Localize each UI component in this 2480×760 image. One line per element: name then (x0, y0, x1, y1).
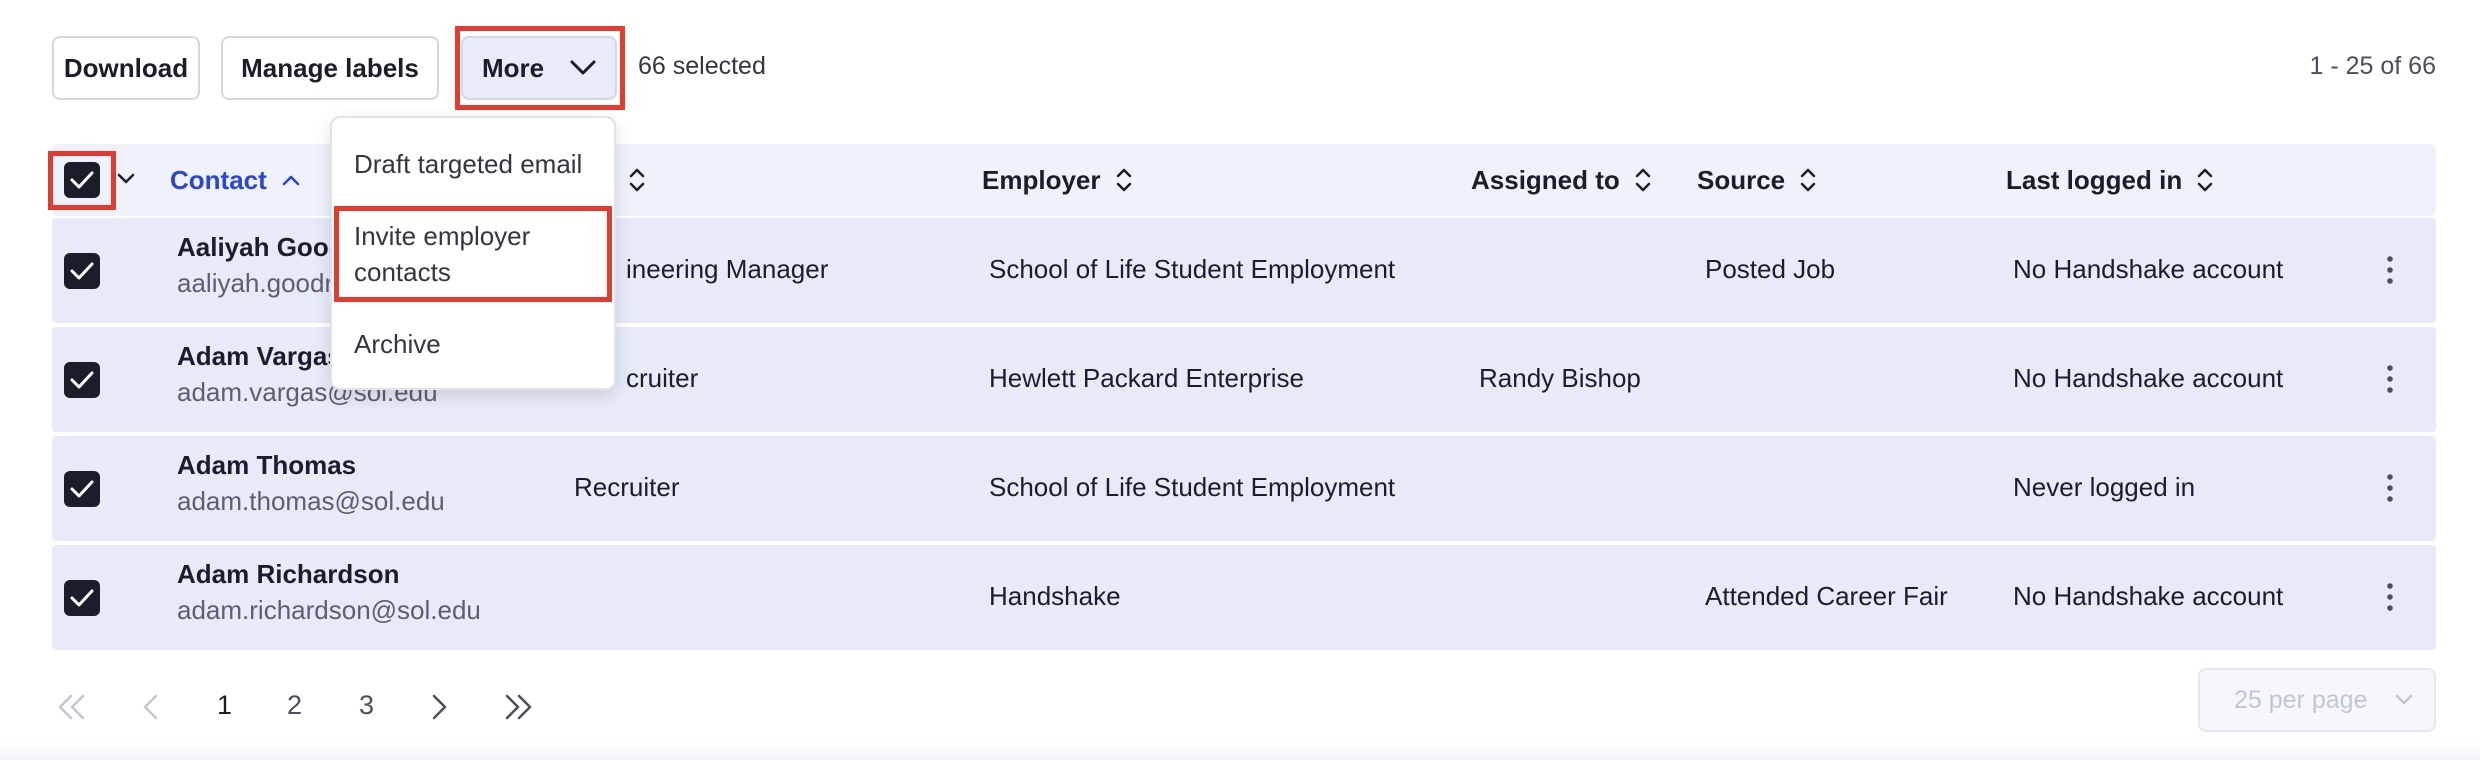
column-header-employer[interactable]: Employer (982, 144, 1133, 216)
row-checkbox[interactable] (64, 253, 100, 289)
row-actions-kebab-icon[interactable] (2375, 468, 2405, 508)
check-icon (70, 589, 94, 607)
sort-icon (1115, 167, 1133, 193)
row-actions-kebab-icon[interactable] (2375, 250, 2405, 290)
contact-employer: School of Life Student Employment (989, 472, 1396, 502)
check-icon (70, 171, 94, 189)
more-menu: Draft targeted email Invite employer con… (330, 116, 616, 390)
check-icon (70, 371, 94, 389)
chevron-down-icon (570, 60, 596, 76)
manage-labels-button[interactable]: Manage labels (221, 36, 439, 100)
chevron-down-icon (2394, 693, 2414, 707)
sort-icon (1799, 167, 1817, 193)
menu-item-invite-employer-contacts[interactable]: Invite employer contacts (354, 218, 530, 290)
bottom-fade (0, 740, 2480, 760)
contact-last-logged-in: Never logged in (2013, 472, 2196, 502)
column-header-assigned-to[interactable]: Assigned to (1471, 144, 1652, 216)
select-all-dropdown-icon[interactable] (116, 172, 136, 186)
contact-employer: Hewlett Packard Enterprise (989, 363, 1305, 393)
column-header-title-sort[interactable] (628, 144, 646, 216)
menu-item-draft-targeted-email[interactable]: Draft targeted email (354, 146, 582, 182)
contact-source: Posted Job (1705, 254, 1836, 284)
column-header-contact[interactable]: Contact (170, 144, 301, 216)
menu-item-invite-line1: Invite employer (354, 221, 531, 251)
page-1[interactable]: 1 (217, 690, 232, 721)
column-header-source[interactable]: Source (1697, 144, 1817, 216)
selected-count: 66 selected (638, 52, 766, 80)
per-page-select[interactable]: 25 per page (2198, 668, 2436, 732)
first-page-icon[interactable] (54, 692, 88, 722)
more-button-label: More (481, 52, 545, 83)
page-3[interactable]: 3 (359, 690, 374, 721)
contact-email: adam.thomas@sol.edu (177, 486, 445, 516)
sort-ascending-icon (281, 173, 301, 187)
contact-name[interactable]: Aaliyah Good (177, 232, 345, 263)
result-range: 1 - 25 of 66 (2309, 52, 2436, 80)
contact-employer: School of Life Student Employment (989, 254, 1396, 284)
column-header-last-logged-in-label: Last logged in (2006, 164, 2183, 195)
check-icon (70, 262, 94, 280)
manage-labels-button-label: Manage labels (241, 52, 419, 83)
menu-item-invite-line2: contacts (354, 257, 451, 287)
column-header-assigned-to-label: Assigned to (1471, 164, 1620, 195)
next-page-icon[interactable] (428, 692, 450, 722)
row-checkbox[interactable] (64, 580, 100, 616)
contact-title: ineering Manager (626, 254, 829, 284)
download-button-label: Download (63, 52, 189, 83)
column-header-contact-label: Contact (170, 164, 267, 195)
contact-name[interactable]: Adam Vargas (177, 341, 342, 372)
menu-item-archive[interactable]: Archive (354, 326, 441, 362)
contact-email: adam.richardson@sol.edu (177, 595, 481, 625)
contact-assigned-to: Randy Bishop (1479, 363, 1641, 393)
column-header-employer-label: Employer (982, 164, 1101, 195)
contact-email: aaliyah.goodr (177, 268, 334, 298)
last-page-icon[interactable] (502, 692, 536, 722)
per-page-value: 25 per page (2234, 685, 2368, 714)
contact-source: Attended Career Fair (1705, 581, 1948, 611)
row-checkbox[interactable] (64, 362, 100, 398)
contact-name[interactable]: Adam Thomas (177, 450, 356, 481)
row-checkbox[interactable] (64, 471, 100, 507)
more-button[interactable]: More (461, 36, 617, 100)
previous-page-icon[interactable] (140, 692, 162, 722)
contact-last-logged-in: No Handshake account (2013, 581, 2284, 611)
contact-title: cruiter (626, 363, 699, 393)
table-row[interactable]: Adam Thomas adam.thomas@sol.edu Recruite… (52, 436, 2436, 541)
row-actions-kebab-icon[interactable] (2375, 577, 2405, 617)
table-row[interactable]: Adam Richardson adam.richardson@sol.edu … (52, 545, 2436, 650)
select-all-checkbox[interactable] (64, 162, 100, 198)
download-button[interactable]: Download (52, 36, 200, 100)
column-header-source-label: Source (1697, 164, 1786, 195)
contact-name[interactable]: Adam Richardson (177, 559, 400, 590)
column-header-last-logged-in[interactable]: Last logged in (2006, 144, 2214, 216)
contact-last-logged-in: No Handshake account (2013, 254, 2284, 284)
contact-title: Recruiter (574, 472, 680, 502)
sort-icon (1634, 167, 1652, 193)
check-icon (70, 480, 94, 498)
row-actions-kebab-icon[interactable] (2375, 359, 2405, 399)
contact-last-logged-in: No Handshake account (2013, 363, 2284, 393)
sort-icon (628, 167, 646, 193)
page-2[interactable]: 2 (287, 690, 302, 721)
sort-icon (2196, 167, 2214, 193)
contact-employer: Handshake (989, 581, 1121, 611)
